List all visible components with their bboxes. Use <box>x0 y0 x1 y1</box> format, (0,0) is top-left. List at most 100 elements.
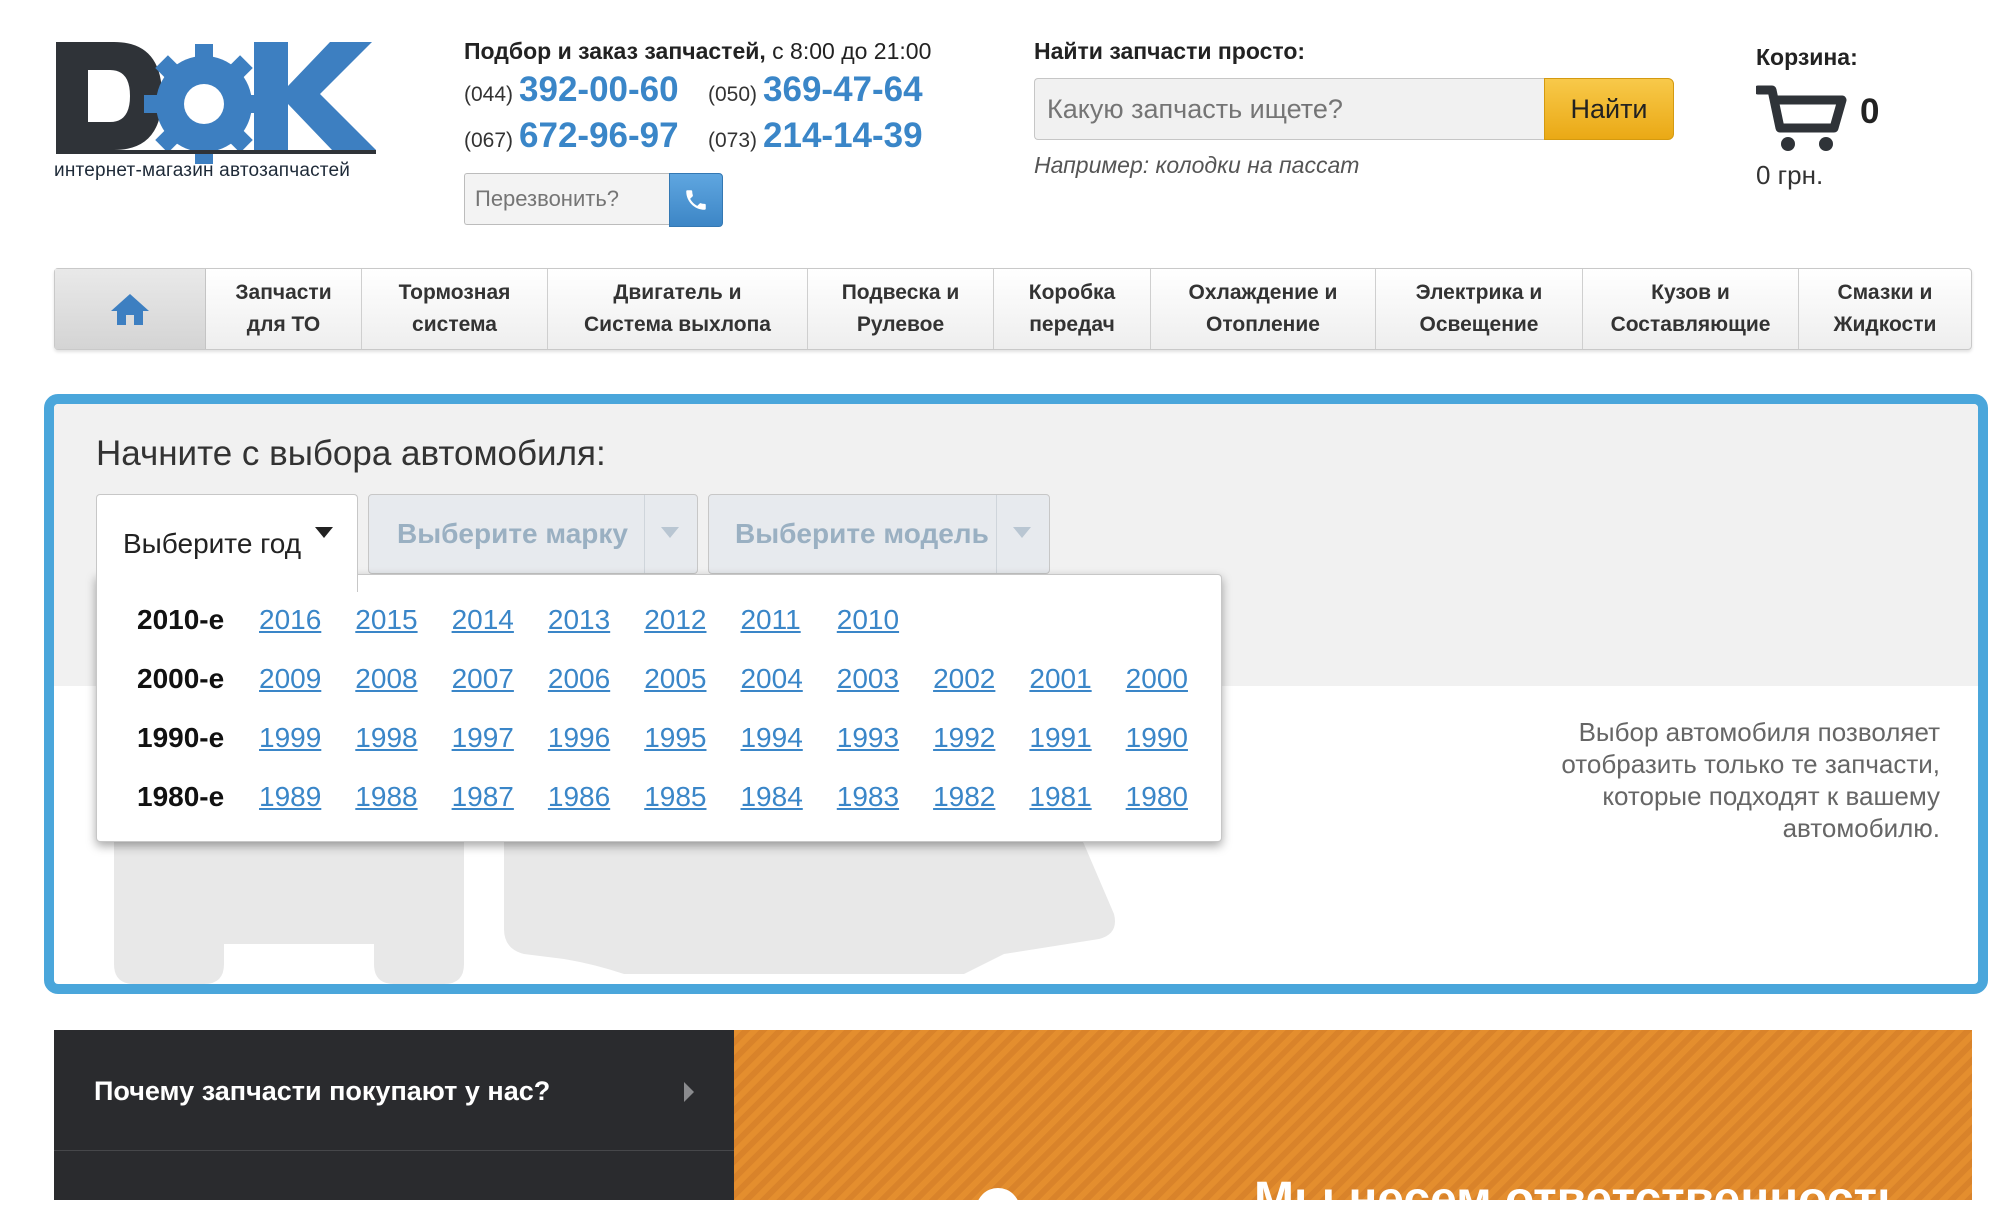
year-link[interactable]: 1996 <box>548 722 644 754</box>
hint-line: автомобилю. <box>1782 813 1940 843</box>
hint-line: которые подходят к вашему <box>1602 781 1940 811</box>
cart-title: Корзина: <box>1756 44 1858 70</box>
nav-line: Тормозная <box>398 281 511 304</box>
decade-row-1980s: 1980-е 1989 1988 1987 1986 1985 1984 198… <box>137 777 1222 817</box>
phone-icon <box>686 190 706 210</box>
phone-number: 392-00-60 <box>519 70 679 109</box>
selector-hint: Выбор автомобиля позволяет отобразить то… <box>1480 716 1940 844</box>
year-link[interactable]: 1990 <box>1126 722 1222 754</box>
dropdown-divider <box>644 495 645 573</box>
year-link[interactable]: 1992 <box>933 722 1029 754</box>
nav-item-fluids[interactable]: Смазки и Жидкости <box>1799 269 1971 349</box>
year-link[interactable]: 1982 <box>933 781 1029 813</box>
year-link[interactable]: 1987 <box>452 781 548 813</box>
phone-4[interactable]: (073) 214-14-39 <box>708 116 923 156</box>
year-link[interactable]: 1994 <box>740 722 836 754</box>
nav-line: Система выхлопа <box>584 313 771 336</box>
cart-sum: 0 грн. <box>1756 160 1824 190</box>
year-link[interactable]: 1998 <box>355 722 451 754</box>
nav-line: Охлаждение и <box>1188 281 1338 304</box>
phone-code: (050) <box>708 83 758 106</box>
year-link[interactable]: 2013 <box>548 604 644 636</box>
nav-line: система <box>412 313 497 336</box>
decade-label: 1990-е <box>137 722 225 753</box>
year-link[interactable]: 2016 <box>259 604 355 636</box>
selector-title: Начните с выбора автомобиля: <box>96 434 606 473</box>
nav-item-electrics[interactable]: Электрика и Освещение <box>1376 269 1583 349</box>
nav-line: передач <box>1029 313 1115 336</box>
model-dropdown[interactable]: Выберите модель <box>708 494 1050 574</box>
hint-line: Выбор автомобиля позволяет <box>1578 717 1940 747</box>
callback-phone-input[interactable] <box>464 173 669 225</box>
year-dropdown-label: Выберите год <box>123 527 302 559</box>
year-link[interactable]: 1991 <box>1029 722 1125 754</box>
nav-item-engine[interactable]: Двигатель и Система выхлопа <box>548 269 808 349</box>
nav-line: Рулевое <box>856 313 945 336</box>
callback-button[interactable] <box>669 173 723 227</box>
chevron-right-icon <box>684 1082 694 1102</box>
why-us-title[interactable]: Почему запчасти покупают у нас? <box>94 1076 550 1107</box>
year-dropdown[interactable]: Выберите год <box>96 494 358 592</box>
year-link[interactable]: 2007 <box>452 663 548 695</box>
logo-tagline: интернет-магазин автозапчастей <box>54 160 351 181</box>
phone-number: 672-96-97 <box>519 116 679 155</box>
year-link[interactable]: 2008 <box>355 663 451 695</box>
nav-item-brakes[interactable]: Тормозная система <box>362 269 548 349</box>
nav-item-to-parts[interactable]: Запчасти для ТО <box>206 269 362 349</box>
search-button[interactable]: Найти <box>1544 78 1674 140</box>
phone-3[interactable]: (067) 672-96-97 <box>464 116 679 156</box>
year-link[interactable]: 1999 <box>259 722 355 754</box>
year-link[interactable]: 2005 <box>644 663 740 695</box>
cart-count[interactable]: 0 <box>1860 92 1879 132</box>
year-link[interactable]: 1985 <box>644 781 740 813</box>
year-link[interactable]: 2006 <box>548 663 644 695</box>
year-link[interactable]: 1981 <box>1029 781 1125 813</box>
cart-icon[interactable] <box>1756 84 1848 154</box>
year-link[interactable]: 2014 <box>452 604 548 636</box>
home-icon <box>111 294 149 325</box>
brand-dropdown[interactable]: Выберите марку <box>368 494 698 574</box>
vehicle-selector: Начните с выбора автомобиля: Выберите го… <box>44 394 1988 994</box>
year-link[interactable]: 1988 <box>355 781 451 813</box>
decade-label: 2010-е <box>137 604 225 635</box>
decade-row-2000s: 2000-е 2009 2008 2007 2006 2005 2004 200… <box>137 659 1222 699</box>
nav-item-body[interactable]: Кузов и Составляющие <box>1583 269 1799 349</box>
phone-2[interactable]: (050) 369-47-64 <box>708 70 923 110</box>
category-nav: Запчасти для ТО Тормозная система Двигател… <box>54 268 1972 350</box>
year-link[interactable]: 2004 <box>740 663 836 695</box>
nav-home[interactable] <box>55 269 206 349</box>
year-link[interactable]: 1989 <box>259 781 355 813</box>
year-link[interactable]: 1986 <box>548 781 644 813</box>
nav-line: Запчасти <box>235 281 332 304</box>
phone-1[interactable]: (044) 392-00-60 <box>464 70 679 110</box>
year-link[interactable]: 2009 <box>259 663 355 695</box>
phone-code: (067) <box>464 129 514 152</box>
nav-item-cooling[interactable]: Охлаждение и Отопление <box>1151 269 1376 349</box>
year-link[interactable]: 2002 <box>933 663 1029 695</box>
nav-line: Освещение <box>1419 313 1539 336</box>
year-link[interactable]: 1993 <box>837 722 933 754</box>
nav-item-suspension[interactable]: Подвеска и Рулевое <box>808 269 994 349</box>
year-link[interactable]: 1995 <box>644 722 740 754</box>
year-link[interactable]: 2011 <box>740 604 836 636</box>
year-link[interactable]: 1997 <box>452 722 548 754</box>
year-link[interactable]: 1984 <box>740 781 836 813</box>
year-link[interactable]: 2010 <box>837 604 933 636</box>
search-title: Найти запчасти просто: <box>1034 38 1306 64</box>
nav-line: Смазки и <box>1837 281 1933 304</box>
model-dropdown-label: Выберите модель <box>735 518 989 549</box>
contacts-title-bold: Подбор и заказ запчастей, <box>464 38 766 64</box>
nav-item-gearbox[interactable]: Коробка передач <box>994 269 1151 349</box>
brand-dropdown-label: Выберите марку <box>397 518 628 549</box>
year-link[interactable]: 2001 <box>1029 663 1125 695</box>
year-link[interactable]: 2003 <box>837 663 933 695</box>
year-link[interactable]: 2012 <box>644 604 740 636</box>
search-input[interactable] <box>1034 78 1544 140</box>
year-link[interactable]: 2015 <box>355 604 451 636</box>
dropdown-divider <box>996 495 997 573</box>
year-link[interactable]: 1980 <box>1126 781 1222 813</box>
year-link[interactable]: 1983 <box>837 781 933 813</box>
year-link[interactable]: 2000 <box>1126 663 1222 695</box>
chevron-down-icon <box>315 527 333 538</box>
gear-icon <box>978 1188 1018 1200</box>
